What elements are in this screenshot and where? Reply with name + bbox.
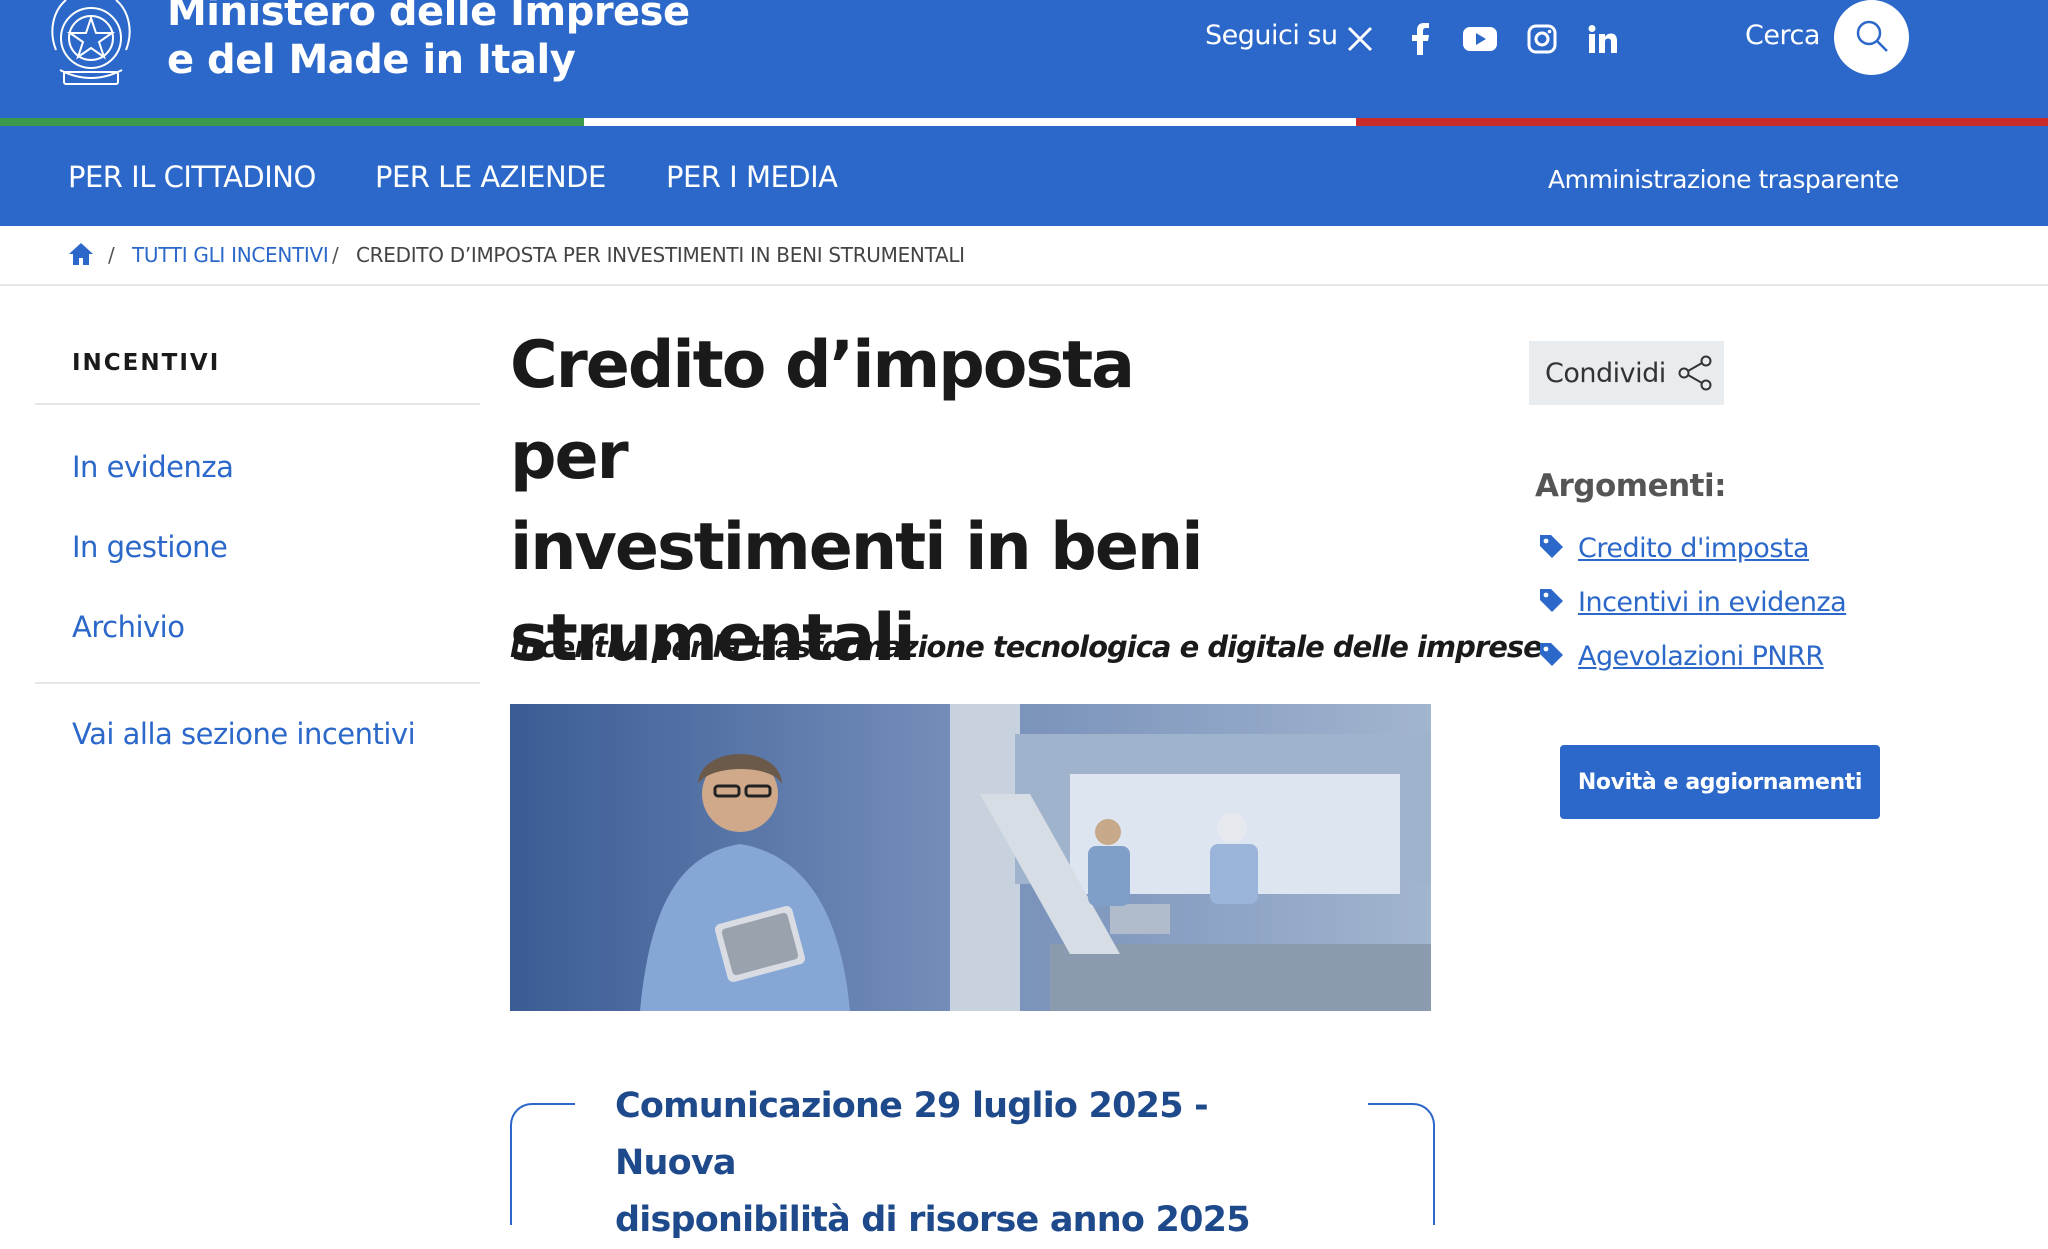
breadcrumb-separator: / <box>332 243 339 267</box>
breadcrumb-separator: / <box>108 243 115 267</box>
page-title-line: Credito d’imposta per <box>510 328 1135 494</box>
hero-image <box>510 704 1431 1011</box>
page-subtitle: Incentivi per la trasformazione tecnolog… <box>510 630 1543 664</box>
emblem-logo[interactable] <box>40 0 142 94</box>
news-card-gap <box>1340 1098 1368 1110</box>
search-button[interactable] <box>1834 0 1909 75</box>
sidebar-divider <box>35 682 480 684</box>
share-icon <box>1676 355 1714 391</box>
sidebar-title: INCENTIVI <box>72 350 221 376</box>
ministry-name[interactable]: Ministero delle Imprese e del Made in It… <box>167 0 690 84</box>
topic-label[interactable]: Agevolazioni PNRR <box>1578 641 1824 672</box>
sidebar-divider <box>35 403 480 405</box>
search-icon <box>1855 19 1889 57</box>
nav-link-amministrazione-trasparente[interactable]: Amministrazione trasparente <box>1548 165 1899 194</box>
home-icon[interactable] <box>68 242 94 270</box>
nav-item-cittadino[interactable]: PER IL CITTADINO <box>68 160 316 194</box>
search-label[interactable]: Cerca <box>1745 20 1820 51</box>
flag-stripe-red <box>1356 118 2048 126</box>
tag-icon <box>1538 533 1564 563</box>
topic-link-credito[interactable]: Credito d'imposta <box>1538 528 1810 568</box>
sidebar-link-in-evidenza[interactable]: In evidenza <box>72 450 234 484</box>
facebook-icon[interactable] <box>1400 19 1440 59</box>
ministry-name-line1: Ministero delle Imprese <box>167 0 690 35</box>
news-card-title[interactable]: Comunicazione 29 luglio 2025 - Nuova dis… <box>615 1078 1335 1249</box>
topic-link-pnrr[interactable]: Agevolazioni PNRR <box>1538 636 1824 676</box>
flag-stripe-green <box>0 118 584 126</box>
news-card-title-line: disponibilità di risorse anno 2025 <box>615 1200 1251 1240</box>
x-icon[interactable] <box>1340 19 1380 59</box>
topics-heading: Argomenti: <box>1535 468 1727 504</box>
updates-button-label: Novità e aggiornamenti <box>1577 769 1863 795</box>
breadcrumb-item-incentivi[interactable]: TUTTI GLI INCENTIVI <box>132 243 329 267</box>
page-title-line: investimenti in beni <box>510 510 1203 585</box>
updates-button[interactable]: Novità e aggiornamenti <box>1560 745 1880 819</box>
breadcrumb-item-current: CREDITO D’IMPOSTA PER INVESTIMENTI IN BE… <box>356 243 965 267</box>
news-card-title-line: Comunicazione 29 luglio 2025 - Nuova <box>615 1086 1209 1183</box>
share-label: Condividi <box>1545 357 1666 389</box>
sidebar-link-sezione-incentivi[interactable]: Vai alla sezione incentivi <box>72 717 416 751</box>
tag-icon <box>1538 587 1564 617</box>
youtube-icon[interactable] <box>1460 19 1500 59</box>
flag-stripe-white <box>584 118 1356 126</box>
follow-label: Seguici su <box>1205 20 1338 51</box>
nav-item-media[interactable]: PER I MEDIA <box>666 160 838 194</box>
instagram-icon[interactable] <box>1522 19 1562 59</box>
sidebar-link-archivio[interactable]: Archivio <box>72 610 185 644</box>
sidebar-link-in-gestione[interactable]: In gestione <box>72 530 228 564</box>
topic-label[interactable]: Credito d'imposta <box>1578 533 1810 564</box>
share-button[interactable]: Condividi <box>1529 341 1724 405</box>
nav-item-aziende[interactable]: PER LE AZIENDE <box>375 160 606 194</box>
news-card-gap <box>575 1098 603 1110</box>
topic-link-incentivi-evidenza[interactable]: Incentivi in evidenza <box>1538 582 1847 622</box>
linkedin-icon[interactable] <box>1583 19 1623 59</box>
ministry-name-line2: e del Made in Italy <box>167 37 576 83</box>
topic-label[interactable]: Incentivi in evidenza <box>1578 587 1847 618</box>
tag-icon <box>1538 641 1564 671</box>
